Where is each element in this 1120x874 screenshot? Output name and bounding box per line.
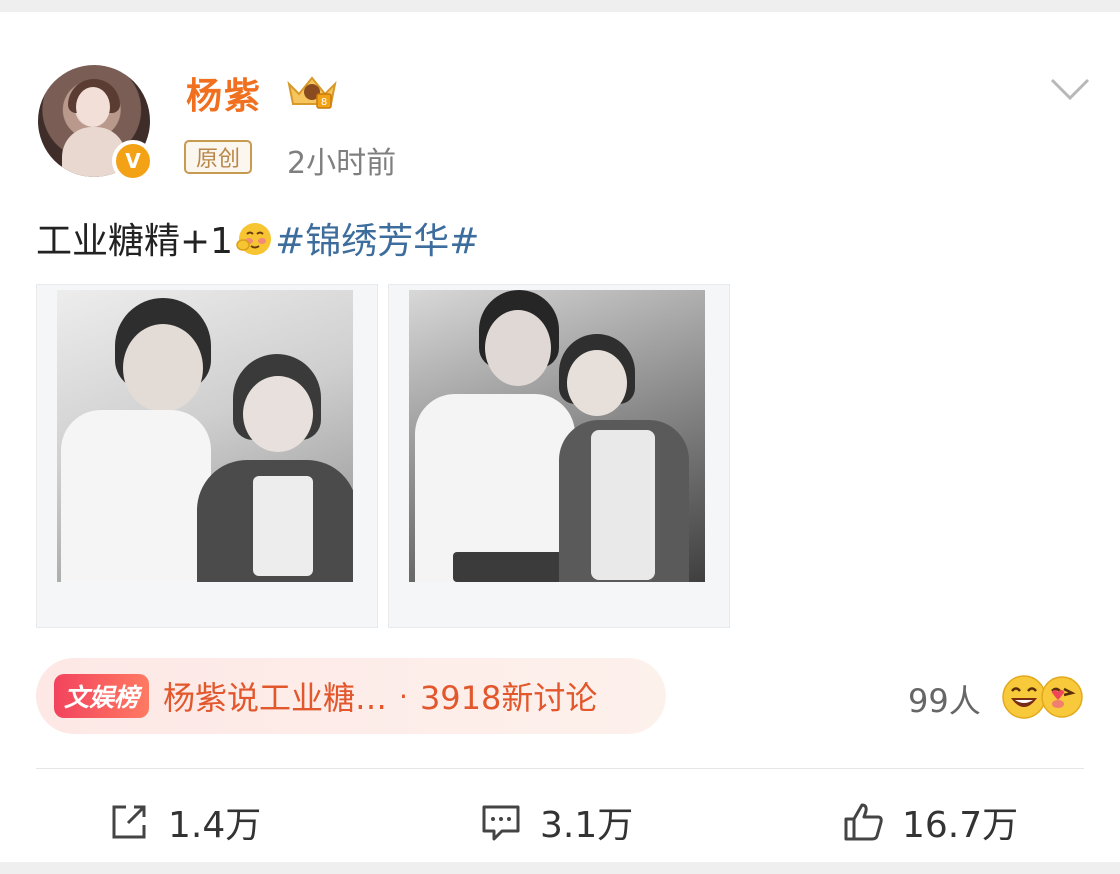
photo-2-image (409, 290, 705, 582)
share-count: 1.4万 (168, 805, 262, 846)
share-icon (112, 805, 146, 839)
trend-discussion-count: 3918新讨论 (419, 679, 598, 717)
divider (36, 768, 1084, 769)
post-text-body: 工业糖精+1 (36, 221, 234, 262)
comment-button[interactable]: 3.1万 (478, 796, 633, 848)
reaction-count[interactable]: 99人 (908, 676, 981, 722)
crown-medal-icon: 8 (287, 76, 337, 109)
laughing-face-icon (1002, 675, 1046, 719)
svg-text:8: 8 (321, 97, 327, 108)
trend-banner[interactable]: 文娱榜 杨紫说工业糖… · 3918新讨论 (36, 658, 666, 734)
chevron-down-icon[interactable] (1048, 74, 1092, 104)
kissing-face-icon (1041, 676, 1083, 718)
blush-face-emoji (236, 223, 272, 255)
trend-text: 杨紫说工业糖… (163, 679, 388, 717)
comment-count: 3.1万 (540, 805, 634, 846)
photo-1-image (57, 290, 353, 582)
verified-badge-icon: V (112, 140, 154, 182)
comment-icon (482, 805, 520, 841)
thumbs-up-icon (844, 803, 883, 841)
original-tag: 原创 (184, 140, 253, 174)
share-button[interactable]: 1.4万 (106, 796, 261, 848)
photo-2[interactable] (388, 284, 730, 628)
username[interactable]: 杨紫 (186, 67, 262, 119)
hashtag-link[interactable]: #锦绣芳华# (275, 212, 479, 264)
post-time: 2小时前 (287, 146, 397, 181)
like-button[interactable]: 16.7万 (840, 796, 1018, 848)
like-count: 16.7万 (902, 805, 1019, 846)
reaction-icons[interactable] (998, 672, 1088, 722)
trend-separator: · (399, 679, 408, 713)
weibo-post-card: V 杨紫 8 原创 2小时前 工业糖精+1 #锦绣芳华# 文娱榜 杨紫说工业糖…… (0, 12, 1120, 862)
post-text: 工业糖精+1 #锦绣芳华# (36, 212, 479, 264)
photo-1[interactable] (36, 284, 378, 628)
trend-badge: 文娱榜 (54, 674, 150, 718)
avatar-face-shape (76, 87, 110, 127)
